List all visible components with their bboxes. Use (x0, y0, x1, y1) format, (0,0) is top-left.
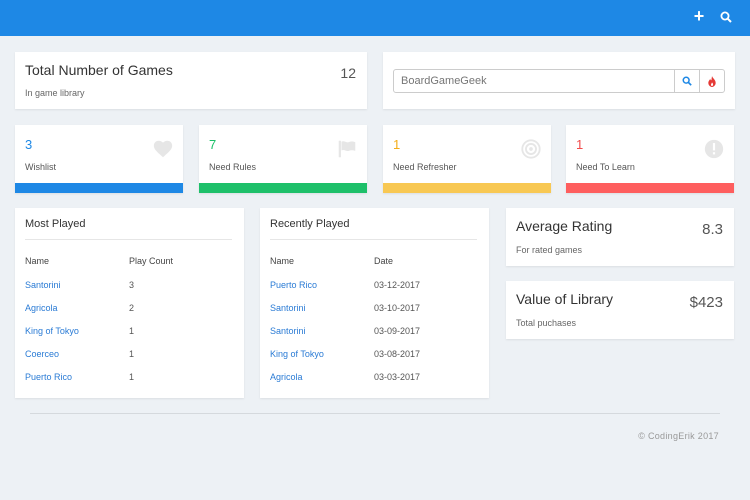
game-link[interactable]: King of Tokyo (25, 326, 79, 336)
library-value-value: $423 (689, 294, 723, 311)
stat-value: 3 (25, 137, 33, 152)
play-date: 03-03-2017 (374, 372, 421, 382)
exclamation-icon (704, 139, 724, 159)
recently-played-title: Recently Played (270, 218, 350, 230)
game-link[interactable]: Agricola (25, 303, 58, 313)
column-header-play-count: Play Count (129, 256, 174, 266)
game-link[interactable]: Puerto Rico (270, 280, 317, 290)
stat-card-need-rules[interactable]: 7 Need Rules (199, 125, 367, 193)
game-link[interactable]: Puerto Rico (25, 372, 72, 382)
stat-value: 1 (576, 137, 584, 152)
top-bar: + (0, 0, 750, 36)
hot-button[interactable] (699, 70, 724, 92)
play-date: 03-10-2017 (374, 303, 421, 313)
target-icon (521, 139, 541, 159)
total-games-value: 12 (340, 65, 356, 81)
game-link[interactable]: Santorini (25, 280, 61, 290)
average-rating-card: Average Rating 8.3 For rated games (506, 208, 734, 266)
fire-icon (708, 75, 716, 87)
stat-bar (199, 183, 367, 193)
most-played-card: Most Played Name Play Count Santorini 3 … (15, 208, 244, 398)
stat-card-need-to-learn[interactable]: 1 Need To Learn (566, 125, 734, 193)
stat-label: Need Refresher (393, 162, 457, 172)
stat-card-need-refresher[interactable]: 1 Need Refresher (383, 125, 551, 193)
total-games-subtitle: In game library (25, 88, 85, 98)
total-games-title: Total Number of Games (25, 62, 173, 78)
recently-played-card: Recently Played Name Date Puerto Rico 03… (260, 208, 489, 398)
plus-icon[interactable]: + (691, 7, 707, 25)
play-count: 1 (129, 349, 135, 359)
total-games-card: Total Number of Games 12 In game library (15, 52, 367, 109)
stat-value: 7 (209, 137, 217, 152)
stat-label: Need Rules (209, 162, 257, 172)
footer-divider (30, 413, 720, 414)
column-header-name: Name (25, 256, 50, 266)
game-link[interactable]: Santorini (270, 303, 306, 313)
search-card (383, 52, 735, 109)
search-icon (682, 76, 692, 86)
column-header-date: Date (374, 256, 394, 266)
column-header-name: Name (270, 256, 295, 266)
play-date: 03-09-2017 (374, 326, 421, 336)
play-date: 03-12-2017 (374, 280, 421, 290)
average-rating-value: 8.3 (702, 221, 723, 238)
search-button[interactable] (674, 70, 699, 92)
average-rating-title: Average Rating (516, 218, 613, 234)
divider (270, 239, 477, 240)
game-link[interactable]: King of Tokyo (270, 349, 324, 359)
stat-label: Wishlist (25, 162, 56, 172)
footer-copyright: © CodingErik 2017 (638, 431, 719, 441)
most-played-title: Most Played (25, 218, 86, 230)
game-link[interactable]: Santorini (270, 326, 306, 336)
library-value-title: Value of Library (516, 291, 614, 307)
search-group (393, 69, 725, 93)
stat-label: Need To Learn (576, 162, 635, 172)
stat-bar (383, 183, 551, 193)
stat-bar (15, 183, 183, 193)
game-link[interactable]: Coerceo (25, 349, 59, 359)
stat-card-wishlist[interactable]: 3 Wishlist (15, 125, 183, 193)
play-date: 03-08-2017 (374, 349, 421, 359)
library-value-subtitle: Total puchases (516, 318, 577, 328)
search-icon[interactable] (718, 10, 734, 26)
stat-value: 1 (393, 137, 401, 152)
divider (25, 239, 232, 240)
game-link[interactable]: Agricola (270, 372, 303, 382)
play-count: 1 (129, 372, 135, 382)
library-value-card: Value of Library $423 Total puchases (506, 281, 734, 339)
average-rating-subtitle: For rated games (516, 245, 583, 255)
play-count: 2 (129, 303, 135, 313)
flag-icon (338, 140, 356, 158)
search-input[interactable] (394, 70, 674, 92)
heart-icon (153, 140, 173, 158)
stat-bar (566, 183, 734, 193)
play-count: 1 (129, 326, 135, 336)
play-count: 3 (129, 280, 135, 290)
